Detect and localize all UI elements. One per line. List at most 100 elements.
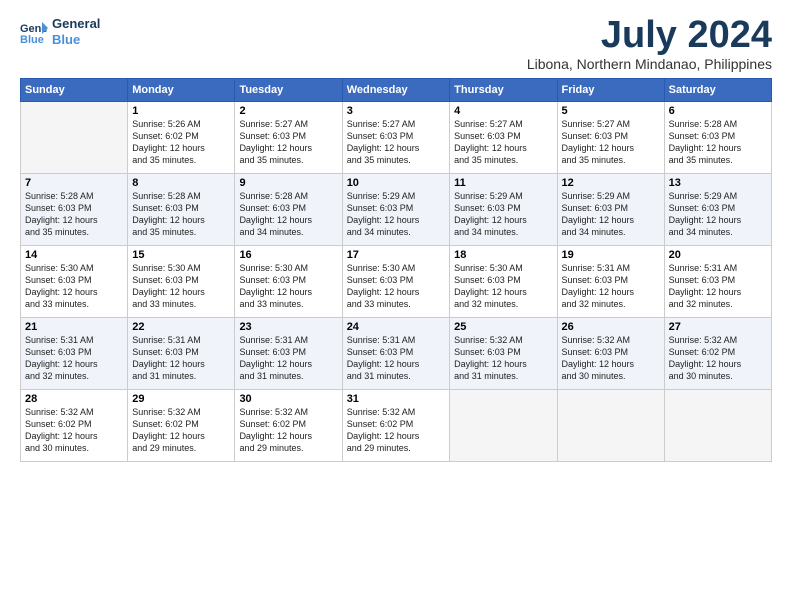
logo-line2: Blue (52, 32, 100, 48)
day-number: 14 (25, 249, 123, 261)
calendar-week-4: 21Sunrise: 5:31 AMSunset: 6:03 PMDayligh… (21, 318, 772, 390)
calendar-cell: 7Sunrise: 5:28 AMSunset: 6:03 PMDaylight… (21, 174, 128, 246)
day-number: 11 (454, 177, 552, 189)
day-number: 23 (239, 321, 337, 333)
day-info: Sunrise: 5:32 AMSunset: 6:02 PMDaylight:… (132, 406, 230, 455)
day-info: Sunrise: 5:32 AMSunset: 6:03 PMDaylight:… (454, 334, 552, 383)
header-day-monday: Monday (128, 79, 235, 102)
day-info: Sunrise: 5:28 AMSunset: 6:03 PMDaylight:… (669, 118, 767, 167)
day-info: Sunrise: 5:27 AMSunset: 6:03 PMDaylight:… (562, 118, 660, 167)
day-number: 27 (669, 321, 767, 333)
day-info: Sunrise: 5:27 AMSunset: 6:03 PMDaylight:… (347, 118, 445, 167)
calendar-cell: 20Sunrise: 5:31 AMSunset: 6:03 PMDayligh… (664, 246, 771, 318)
calendar-cell: 13Sunrise: 5:29 AMSunset: 6:03 PMDayligh… (664, 174, 771, 246)
calendar-cell: 24Sunrise: 5:31 AMSunset: 6:03 PMDayligh… (342, 318, 449, 390)
calendar-cell: 30Sunrise: 5:32 AMSunset: 6:02 PMDayligh… (235, 390, 342, 462)
calendar-cell: 23Sunrise: 5:31 AMSunset: 6:03 PMDayligh… (235, 318, 342, 390)
calendar-cell: 10Sunrise: 5:29 AMSunset: 6:03 PMDayligh… (342, 174, 449, 246)
day-info: Sunrise: 5:30 AMSunset: 6:03 PMDaylight:… (347, 262, 445, 311)
day-info: Sunrise: 5:28 AMSunset: 6:03 PMDaylight:… (239, 190, 337, 239)
calendar-cell: 22Sunrise: 5:31 AMSunset: 6:03 PMDayligh… (128, 318, 235, 390)
day-number: 20 (669, 249, 767, 261)
day-number: 9 (239, 177, 337, 189)
day-number: 30 (239, 393, 337, 405)
day-info: Sunrise: 5:31 AMSunset: 6:03 PMDaylight:… (132, 334, 230, 383)
day-info: Sunrise: 5:30 AMSunset: 6:03 PMDaylight:… (25, 262, 123, 311)
day-number: 1 (132, 105, 230, 117)
day-number: 6 (669, 105, 767, 117)
header-day-wednesday: Wednesday (342, 79, 449, 102)
day-info: Sunrise: 5:28 AMSunset: 6:03 PMDaylight:… (132, 190, 230, 239)
day-info: Sunrise: 5:31 AMSunset: 6:03 PMDaylight:… (347, 334, 445, 383)
day-number: 10 (347, 177, 445, 189)
day-number: 19 (562, 249, 660, 261)
title-block: July 2024 Libona, Northern Mindanao, Phi… (527, 16, 772, 72)
day-number: 2 (239, 105, 337, 117)
day-info: Sunrise: 5:26 AMSunset: 6:02 PMDaylight:… (132, 118, 230, 167)
day-info: Sunrise: 5:29 AMSunset: 6:03 PMDaylight:… (347, 190, 445, 239)
header-day-sunday: Sunday (21, 79, 128, 102)
day-number: 26 (562, 321, 660, 333)
day-number: 15 (132, 249, 230, 261)
day-number: 21 (25, 321, 123, 333)
day-number: 31 (347, 393, 445, 405)
day-info: Sunrise: 5:30 AMSunset: 6:03 PMDaylight:… (454, 262, 552, 311)
day-number: 25 (454, 321, 552, 333)
calendar-table: SundayMondayTuesdayWednesdayThursdayFrid… (20, 78, 772, 462)
calendar-cell: 9Sunrise: 5:28 AMSunset: 6:03 PMDaylight… (235, 174, 342, 246)
day-info: Sunrise: 5:28 AMSunset: 6:03 PMDaylight:… (25, 190, 123, 239)
day-info: Sunrise: 5:31 AMSunset: 6:03 PMDaylight:… (239, 334, 337, 383)
day-info: Sunrise: 5:29 AMSunset: 6:03 PMDaylight:… (669, 190, 767, 239)
calendar-week-2: 7Sunrise: 5:28 AMSunset: 6:03 PMDaylight… (21, 174, 772, 246)
day-number: 3 (347, 105, 445, 117)
page: General Blue General Blue July 2024 Libo… (0, 0, 792, 472)
header-day-saturday: Saturday (664, 79, 771, 102)
day-info: Sunrise: 5:29 AMSunset: 6:03 PMDaylight:… (454, 190, 552, 239)
day-info: Sunrise: 5:32 AMSunset: 6:02 PMDaylight:… (347, 406, 445, 455)
logo: General Blue General Blue (20, 16, 100, 47)
day-number: 12 (562, 177, 660, 189)
day-info: Sunrise: 5:31 AMSunset: 6:03 PMDaylight:… (25, 334, 123, 383)
day-info: Sunrise: 5:32 AMSunset: 6:02 PMDaylight:… (25, 406, 123, 455)
day-info: Sunrise: 5:27 AMSunset: 6:03 PMDaylight:… (454, 118, 552, 167)
calendar-cell: 31Sunrise: 5:32 AMSunset: 6:02 PMDayligh… (342, 390, 449, 462)
calendar-cell: 17Sunrise: 5:30 AMSunset: 6:03 PMDayligh… (342, 246, 449, 318)
calendar-cell: 5Sunrise: 5:27 AMSunset: 6:03 PMDaylight… (557, 102, 664, 174)
day-number: 17 (347, 249, 445, 261)
day-info: Sunrise: 5:29 AMSunset: 6:03 PMDaylight:… (562, 190, 660, 239)
calendar-cell: 15Sunrise: 5:30 AMSunset: 6:03 PMDayligh… (128, 246, 235, 318)
calendar-cell: 28Sunrise: 5:32 AMSunset: 6:02 PMDayligh… (21, 390, 128, 462)
main-title: July 2024 (527, 16, 772, 54)
day-info: Sunrise: 5:27 AMSunset: 6:03 PMDaylight:… (239, 118, 337, 167)
day-info: Sunrise: 5:32 AMSunset: 6:02 PMDaylight:… (669, 334, 767, 383)
calendar-cell: 2Sunrise: 5:27 AMSunset: 6:03 PMDaylight… (235, 102, 342, 174)
calendar-cell: 21Sunrise: 5:31 AMSunset: 6:03 PMDayligh… (21, 318, 128, 390)
logo-line1: General (52, 16, 100, 32)
calendar-cell: 4Sunrise: 5:27 AMSunset: 6:03 PMDaylight… (450, 102, 557, 174)
calendar-cell: 29Sunrise: 5:32 AMSunset: 6:02 PMDayligh… (128, 390, 235, 462)
day-number: 28 (25, 393, 123, 405)
calendar-cell: 8Sunrise: 5:28 AMSunset: 6:03 PMDaylight… (128, 174, 235, 246)
day-number: 29 (132, 393, 230, 405)
logo-icon: General Blue (20, 20, 48, 44)
calendar-cell (21, 102, 128, 174)
day-number: 5 (562, 105, 660, 117)
day-number: 4 (454, 105, 552, 117)
day-info: Sunrise: 5:32 AMSunset: 6:03 PMDaylight:… (562, 334, 660, 383)
calendar-week-5: 28Sunrise: 5:32 AMSunset: 6:02 PMDayligh… (21, 390, 772, 462)
day-info: Sunrise: 5:31 AMSunset: 6:03 PMDaylight:… (562, 262, 660, 311)
calendar-cell: 12Sunrise: 5:29 AMSunset: 6:03 PMDayligh… (557, 174, 664, 246)
day-number: 24 (347, 321, 445, 333)
calendar-cell (557, 390, 664, 462)
calendar-week-1: 1Sunrise: 5:26 AMSunset: 6:02 PMDaylight… (21, 102, 772, 174)
calendar-week-3: 14Sunrise: 5:30 AMSunset: 6:03 PMDayligh… (21, 246, 772, 318)
calendar-cell: 25Sunrise: 5:32 AMSunset: 6:03 PMDayligh… (450, 318, 557, 390)
header-day-thursday: Thursday (450, 79, 557, 102)
day-info: Sunrise: 5:30 AMSunset: 6:03 PMDaylight:… (132, 262, 230, 311)
header: General Blue General Blue July 2024 Libo… (20, 16, 772, 72)
calendar-header-row: SundayMondayTuesdayWednesdayThursdayFrid… (21, 79, 772, 102)
svg-text:Blue: Blue (20, 34, 44, 44)
calendar-cell: 19Sunrise: 5:31 AMSunset: 6:03 PMDayligh… (557, 246, 664, 318)
calendar-cell: 27Sunrise: 5:32 AMSunset: 6:02 PMDayligh… (664, 318, 771, 390)
calendar-cell (664, 390, 771, 462)
